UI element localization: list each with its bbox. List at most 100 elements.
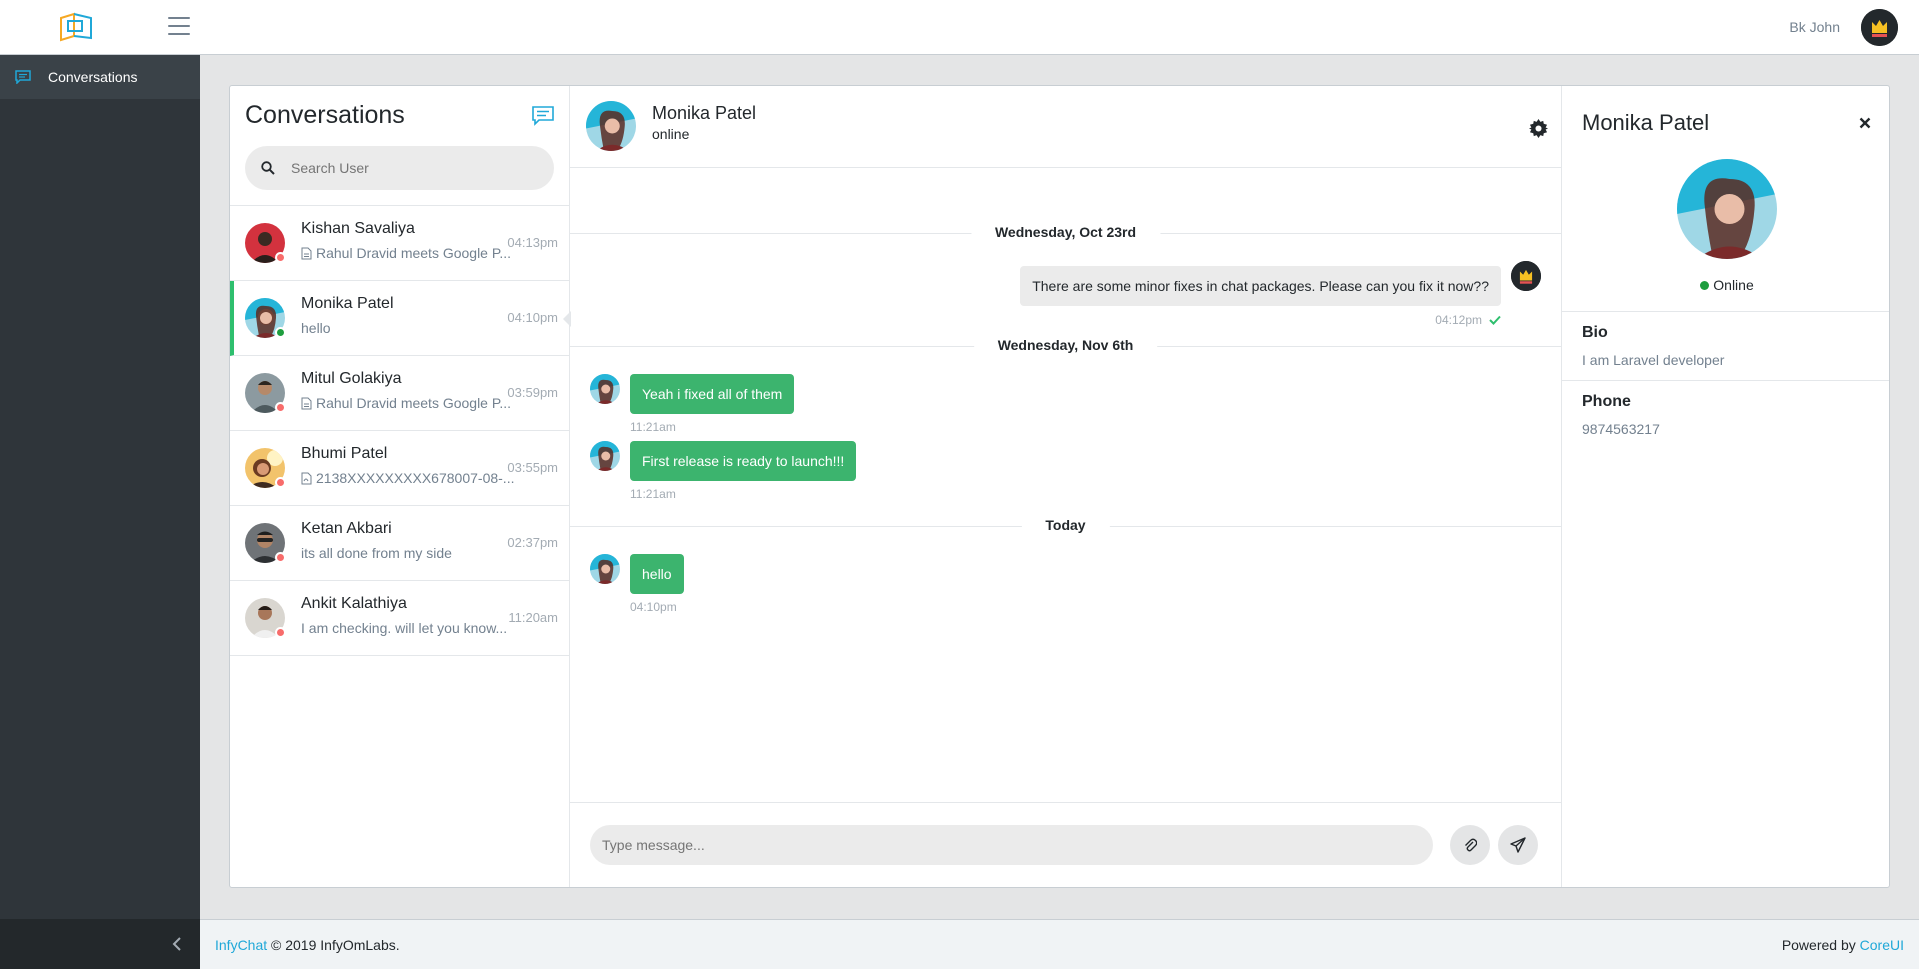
conversation-item[interactable]: Ketan Akbari its all done from my side 0… (230, 506, 570, 581)
message-time: 11:21am (630, 420, 676, 434)
conversation-preview: Rahul Dravid meets Google P... (301, 395, 511, 411)
bio-value: I am Laravel developer (1582, 352, 1725, 368)
footer-coreui-link[interactable]: CoreUI (1860, 937, 1904, 953)
message-bubble: There are some minor fixes in chat packa… (1020, 266, 1501, 306)
paperclip-icon (1465, 838, 1477, 852)
close-icon[interactable] (1859, 117, 1871, 129)
bio-label: Bio (1582, 324, 1608, 341)
conversation-name: Bhumi Patel (301, 445, 388, 462)
date-label: Wednesday, Oct 23rd (970, 224, 1161, 240)
profile-status: Online (1562, 277, 1889, 293)
status-offline-dot (275, 477, 286, 488)
user-avatar (1511, 261, 1541, 291)
status-offline-dot (275, 627, 286, 638)
new-conversation-icon[interactable] (532, 106, 554, 126)
conversation-item[interactable]: Mitul Golakiya Rahul Dravid meets Google… (230, 356, 570, 431)
message-time: 04:10pm (630, 600, 677, 614)
footer-powered-by: Powered by (1781, 936, 1856, 953)
gear-icon[interactable] (1529, 119, 1548, 138)
message-incoming: hello 04:10pm (570, 554, 1561, 614)
sidebar-minimizer[interactable] (0, 919, 200, 969)
sidebar-item-conversations[interactable]: Conversations (0, 55, 200, 99)
conversation-name: Monika Patel (301, 295, 394, 312)
hamburger-icon[interactable] (168, 17, 190, 37)
conversation-preview-text: Rahul Dravid meets Google P... (316, 395, 512, 411)
search-user-input[interactable] (291, 160, 531, 176)
conversation-preview: Rahul Dravid meets Google P... (301, 245, 511, 261)
paper-plane-icon (1510, 837, 1526, 853)
search-box (245, 146, 554, 190)
chat-panel: Monika Patel online Wednesday, Oct 23rd … (570, 86, 1561, 887)
app-footer: InfyChat © 2019 InfyOmLabs. Powered by C… (200, 919, 1919, 969)
contact-status: online (652, 126, 690, 142)
chat-header: Monika Patel online (570, 86, 1561, 168)
conversation-preview: 2138XXXXXXXXX678007-08-... (301, 470, 514, 486)
date-label: Today (1021, 517, 1110, 533)
conversation-name: Ankit Kalathiya (301, 595, 407, 612)
conversation-name: Mitul Golakiya (301, 370, 402, 387)
read-check-icon (1489, 315, 1501, 325)
user-avatar[interactable] (1861, 9, 1898, 46)
footer-left: InfyChat © 2019 InfyOmLabs. (215, 937, 400, 953)
attach-button[interactable] (1450, 825, 1490, 865)
status-offline-dot (275, 252, 286, 263)
date-separator: Today (570, 516, 1561, 536)
profile-bio-section: Bio I am Laravel developer (1562, 311, 1889, 380)
conversation-time: 04:13pm (507, 235, 558, 250)
conversation-preview-text: hello (301, 320, 331, 336)
conversation-item[interactable]: Bhumi Patel 2138XXXXXXXXX678007-08-... 0… (230, 431, 570, 506)
message-bubble: Yeah i fixed all of them (630, 374, 795, 414)
conversation-preview: its all done from my side (301, 545, 452, 561)
conversation-item-active[interactable]: Monika Patel hello 04:10pm (230, 281, 571, 356)
conversation-time: 11:20am (508, 610, 558, 625)
message-incoming: First release is ready to launch!!! 11:2… (570, 441, 1561, 501)
crown-avatar-icon (1511, 261, 1541, 291)
status-offline-dot (275, 402, 286, 413)
header-user-name[interactable]: Bk John (1789, 19, 1840, 35)
contact-avatar (590, 374, 620, 404)
status-offline-dot (275, 552, 286, 563)
conversation-item[interactable]: Kishan Savaliya Rahul Dravid meets Googl… (230, 206, 570, 281)
phone-value: 9874563217 (1582, 421, 1660, 437)
footer-right: Powered by CoreUI (1782, 937, 1904, 953)
crown-avatar-icon (1861, 9, 1898, 46)
conversation-panel: Conversations Kishan Savaliya (230, 86, 571, 887)
conversation-preview: I am checking. will let you know... (301, 620, 507, 636)
search-icon (261, 161, 275, 175)
message-composer (570, 802, 1561, 887)
pdf-file-icon (301, 472, 312, 484)
conversation-time: 03:55pm (507, 460, 558, 475)
profile-status-text: Online (1713, 277, 1754, 293)
status-online-dot (1700, 281, 1710, 290)
sidebar-item-label: Conversations (48, 69, 138, 85)
contact-avatar (590, 554, 620, 584)
message-bubble: First release is ready to launch!!! (630, 441, 857, 481)
message-input[interactable] (590, 825, 1433, 865)
footer-copyright: © 2019 InfyOmLabs. (271, 936, 400, 953)
conversation-name: Kishan Savaliya (301, 220, 415, 237)
conversation-preview-text: I am checking. will let you know... (301, 620, 508, 636)
chat-card: Conversations Kishan Savaliya (229, 85, 1890, 888)
conversation-item[interactable]: Ankit Kalathiya I am checking. will let … (230, 581, 570, 656)
message-incoming: Yeah i fixed all of them 11:21am (570, 374, 1561, 434)
infychat-logo-icon[interactable] (58, 12, 94, 42)
message-time: 04:12pm (1435, 313, 1482, 327)
phone-label: Phone (1582, 393, 1631, 410)
status-online-dot (275, 327, 286, 338)
profile-phone-section: Phone 9874563217 (1562, 380, 1889, 449)
message-time: 11:21am (630, 487, 676, 501)
chat-bubble-icon (15, 70, 31, 84)
contact-avatar[interactable] (586, 101, 636, 151)
contact-name: Monika Patel (652, 103, 757, 123)
message-bubble: hello (630, 554, 684, 594)
message-outgoing: There are some minor fixes in chat packa… (570, 261, 1561, 331)
conversation-time: 04:10pm (507, 310, 558, 325)
sidebar: Conversations (0, 55, 200, 969)
app-header: Bk John (0, 0, 1919, 55)
profile-name: Monika Patel (1582, 110, 1710, 135)
send-button[interactable] (1498, 825, 1538, 865)
conversations-title: Conversations (245, 101, 405, 129)
profile-panel: Monika Patel Online Bio I am Laravel dev… (1561, 86, 1889, 887)
footer-brand-link[interactable]: InfyChat (215, 937, 267, 953)
date-label: Wednesday, Nov 6th (973, 337, 1158, 353)
